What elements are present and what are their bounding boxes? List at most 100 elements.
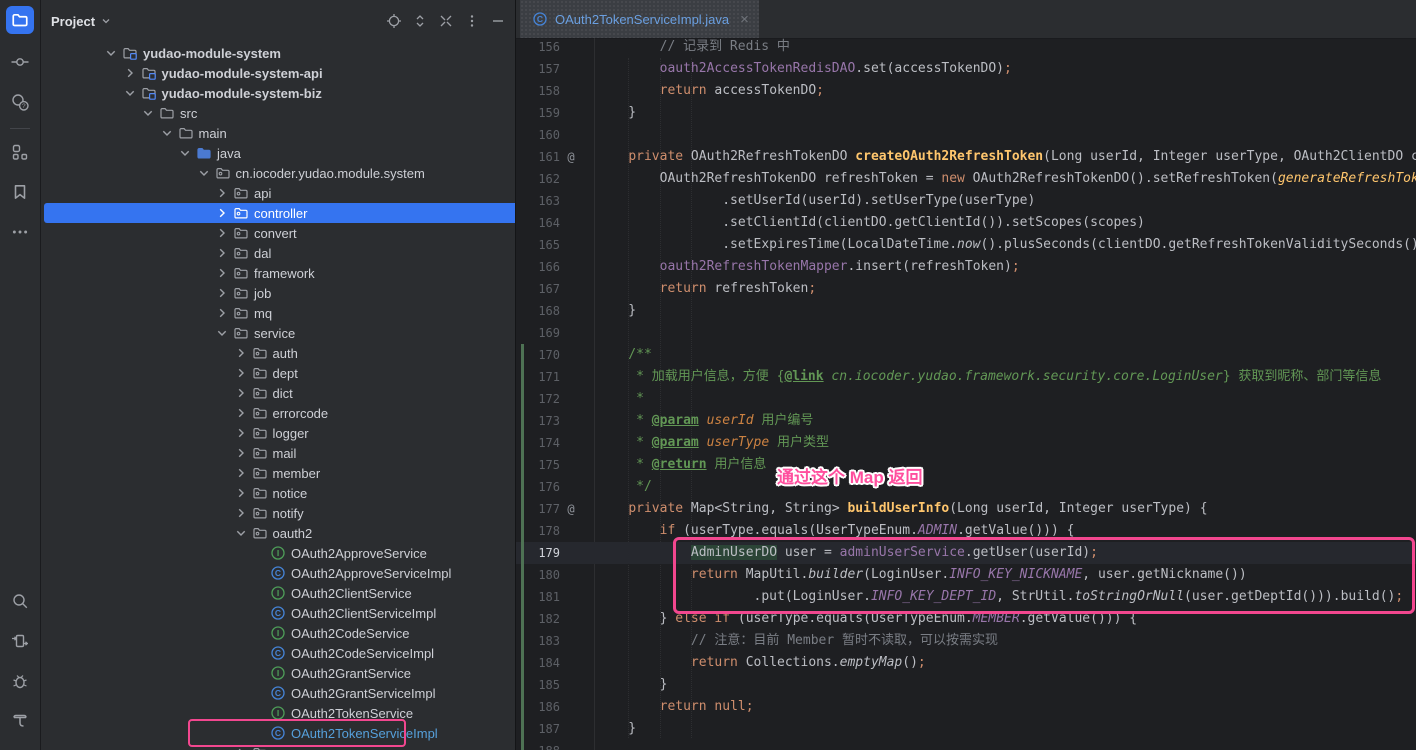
chevron-right-icon[interactable] xyxy=(233,345,249,361)
tree-row-oauth2grantservice[interactable]: IOAuth2GrantService xyxy=(41,663,515,683)
chevron-down-icon[interactable] xyxy=(214,325,230,341)
line-number[interactable]: 177 xyxy=(516,498,560,520)
code-line-166[interactable]: 166 oauth2RefreshTokenMapper.insert(refr… xyxy=(516,256,1416,278)
chevron-right-icon[interactable] xyxy=(233,385,249,401)
tree-row-partial[interactable] xyxy=(41,743,515,750)
line-number[interactable]: 170 xyxy=(516,344,560,366)
line-number[interactable]: 182 xyxy=(516,608,560,630)
close-icon[interactable]: × xyxy=(740,11,749,28)
tree-row-controller[interactable]: controller xyxy=(41,203,515,223)
tree-row-oauth2grantserviceimpl[interactable]: COAuth2GrantServiceImpl xyxy=(41,683,515,703)
tree-row-framework[interactable]: framework xyxy=(41,263,515,283)
tree-row-dal[interactable]: dal xyxy=(41,243,515,263)
line-number[interactable]: 166 xyxy=(516,256,560,278)
chevron-down-icon[interactable] xyxy=(122,85,138,101)
code-line-161[interactable]: 161@ private OAuth2RefreshTokenDO create… xyxy=(516,146,1416,168)
line-number[interactable]: 162 xyxy=(516,168,560,190)
tree-row-oauth2clientserviceimpl[interactable]: COAuth2ClientServiceImpl xyxy=(41,603,515,623)
chevron-right-icon[interactable] xyxy=(233,505,249,521)
code-line-167[interactable]: 167 return refreshToken; xyxy=(516,278,1416,300)
line-number[interactable]: 179 xyxy=(516,542,560,564)
tree-row-member[interactable]: member xyxy=(41,463,515,483)
pull-requests-icon[interactable]: ? xyxy=(6,88,34,116)
code-line-183[interactable]: 183 // 注意：目前 Member 暂时不读取，可以按需实现 xyxy=(516,630,1416,652)
code-line-176[interactable]: 176 */ xyxy=(516,476,1416,498)
code-line-177[interactable]: 177@ private Map<String, String> buildUs… xyxy=(516,498,1416,520)
tree-row-oauth2tokenserviceimpl[interactable]: COAuth2TokenServiceImpl xyxy=(41,723,515,743)
code-line-174[interactable]: 174 * @param userType 用户类型 xyxy=(516,432,1416,454)
code-line-162[interactable]: 162 OAuth2RefreshTokenDO refreshToken = … xyxy=(516,168,1416,190)
tree-row-convert[interactable]: convert xyxy=(41,223,515,243)
line-number[interactable]: 167 xyxy=(516,278,560,300)
tree-row-oauth2clientservice[interactable]: IOAuth2ClientService xyxy=(41,583,515,603)
chevron-right-icon[interactable] xyxy=(233,465,249,481)
code-line-165[interactable]: 165 .setExpiresTime(LocalDateTime.now().… xyxy=(516,234,1416,256)
line-number[interactable]: 159 xyxy=(516,102,560,124)
chevron-right-icon[interactable] xyxy=(214,205,230,221)
tree-row-yudao-module-system-biz[interactable]: yudao-module-system-biz xyxy=(41,83,515,103)
tree-row-src[interactable]: src xyxy=(41,103,515,123)
tree-row-yudao-module-system[interactable]: yudao-module-system xyxy=(41,43,515,63)
line-number[interactable]: 174 xyxy=(516,432,560,454)
line-number[interactable]: 184 xyxy=(516,652,560,674)
tree-row-oauth2[interactable]: oauth2 xyxy=(41,523,515,543)
tree-row-errorcode[interactable]: errorcode xyxy=(41,403,515,423)
chevron-right-icon[interactable] xyxy=(214,285,230,301)
line-number[interactable]: 164 xyxy=(516,212,560,234)
code-line-171[interactable]: 171 * 加载用户信息，方便 {@link cn.iocoder.yudao.… xyxy=(516,366,1416,388)
line-number[interactable]: 186 xyxy=(516,696,560,718)
line-number[interactable]: 181 xyxy=(516,586,560,608)
line-number[interactable]: 187 xyxy=(516,718,560,740)
tree-row-mq[interactable]: mq xyxy=(41,303,515,323)
tree-row-logger[interactable]: logger xyxy=(41,423,515,443)
annotation-gutter-icon[interactable]: @ xyxy=(563,498,579,520)
line-number[interactable]: 180 xyxy=(516,564,560,586)
annotation-gutter-icon[interactable]: @ xyxy=(563,146,579,168)
tree-row-oauth2approveserviceimpl[interactable]: COAuth2ApproveServiceImpl xyxy=(41,563,515,583)
line-number[interactable]: 183 xyxy=(516,630,560,652)
tree-row-api[interactable]: api xyxy=(41,183,515,203)
tree-row-oauth2codeservice[interactable]: IOAuth2CodeService xyxy=(41,623,515,643)
problems-icon[interactable] xyxy=(6,667,34,695)
line-number[interactable]: 171 xyxy=(516,366,560,388)
tree-row-mail[interactable]: mail xyxy=(41,443,515,463)
chevron-right-icon[interactable] xyxy=(122,65,138,81)
editor-tab[interactable]: C OAuth2TokenServiceImpl.java × xyxy=(520,0,759,38)
more-icon[interactable] xyxy=(6,218,34,246)
code-line-185[interactable]: 185 } xyxy=(516,674,1416,696)
code-editor[interactable]: 156 // 记录到 Redis 中157 oauth2AccessTokenR… xyxy=(516,38,1416,750)
line-number[interactable]: 156 xyxy=(516,38,560,58)
code-line-163[interactable]: 163 .setUserId(userId).setUserType(userT… xyxy=(516,190,1416,212)
code-line-178[interactable]: 178 if (userType.equals(UserTypeEnum.ADM… xyxy=(516,520,1416,542)
tree-row-job[interactable]: job xyxy=(41,283,515,303)
line-number[interactable]: 175 xyxy=(516,454,560,476)
line-number[interactable]: 157 xyxy=(516,58,560,80)
code-line-182[interactable]: 182 } else if (userType.equals(UserTypeE… xyxy=(516,608,1416,630)
tree-row-yudao-module-system-api[interactable]: yudao-module-system-api xyxy=(41,63,515,83)
line-number[interactable]: 158 xyxy=(516,80,560,102)
options-icon[interactable] xyxy=(464,13,480,29)
tree-row-oauth2tokenservice[interactable]: IOAuth2TokenService xyxy=(41,703,515,723)
code-line-164[interactable]: 164 .setClientId(clientDO.getClientId())… xyxy=(516,212,1416,234)
tree-row-main[interactable]: main xyxy=(41,123,515,143)
project-panel-title[interactable]: Project xyxy=(51,14,95,29)
line-number[interactable]: 160 xyxy=(516,124,560,146)
tree-row-service[interactable]: service xyxy=(41,323,515,343)
code-line-158[interactable]: 158 return accessTokenDO; xyxy=(516,80,1416,102)
chevron-right-icon[interactable] xyxy=(233,745,249,750)
chevron-right-icon[interactable] xyxy=(233,445,249,461)
chevron-down-icon[interactable] xyxy=(159,125,175,141)
chevron-down-icon[interactable] xyxy=(103,45,119,61)
tree-row-java[interactable]: java xyxy=(41,143,515,163)
code-line-186[interactable]: 186 return null; xyxy=(516,696,1416,718)
chevron-right-icon[interactable] xyxy=(233,405,249,421)
line-number[interactable]: 178 xyxy=(516,520,560,542)
code-line-187[interactable]: 187 } xyxy=(516,718,1416,740)
commit-icon[interactable] xyxy=(6,48,34,76)
code-line-172[interactable]: 172 * xyxy=(516,388,1416,410)
services-icon[interactable] xyxy=(6,627,34,655)
line-number[interactable]: 165 xyxy=(516,234,560,256)
chevron-down-icon[interactable] xyxy=(233,525,249,541)
build-icon[interactable] xyxy=(6,707,34,735)
locate-icon[interactable] xyxy=(386,13,402,29)
